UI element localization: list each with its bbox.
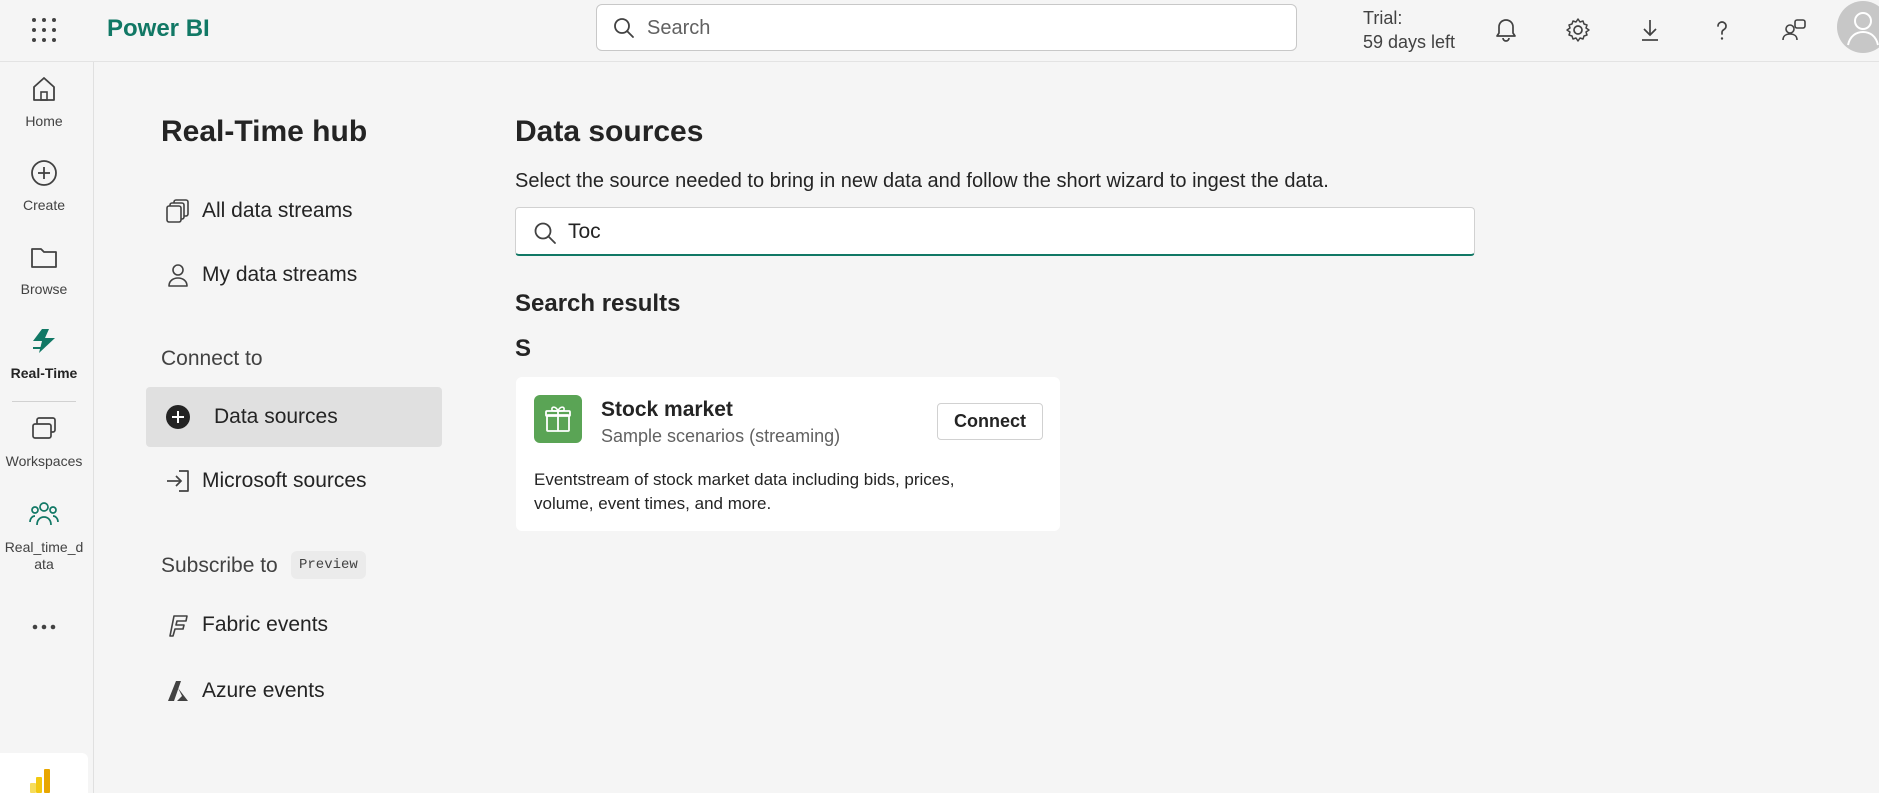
card-subtitle: Sample scenarios (streaming) [601, 426, 841, 446]
rail-label-home: Home [25, 113, 63, 129]
rail-item-real-time[interactable]: Real-Time [0, 326, 88, 382]
nav-label: All data streams [202, 199, 353, 222]
global-search-box[interactable] [596, 4, 1297, 51]
person-silhouette-icon [1847, 12, 1879, 46]
connect-to-heading: Connect to [161, 347, 263, 370]
nav-data-sources[interactable]: Data sources [146, 387, 442, 447]
people-icon [29, 502, 59, 526]
home-icon [33, 77, 55, 101]
search-icon [614, 18, 634, 38]
fabric-icon [158, 612, 198, 638]
nav-label: My data streams [202, 263, 358, 286]
notifications-icon[interactable] [1489, 13, 1523, 47]
nav-my-data-streams[interactable]: My data streams [146, 245, 442, 305]
sign-in-icon [158, 468, 198, 494]
stock-market-card[interactable]: Stock market Sample scenarios (streaming… [516, 377, 1060, 531]
nav-fabric-events[interactable]: Fabric events [146, 595, 442, 655]
nav-azure-events[interactable]: Azure events [146, 661, 442, 721]
plus-circle-icon [31, 160, 57, 186]
rail-label-browse: Browse [20, 281, 68, 297]
more-icon [32, 624, 56, 630]
trial-days-left: 59 days left [1363, 32, 1456, 52]
trial-label: Trial: [1363, 8, 1403, 28]
trial-status[interactable]: Trial: 59 days left [1363, 6, 1455, 54]
card-description: Eventstream of stock market data includi… [534, 470, 955, 513]
feedback-icon[interactable] [1777, 13, 1811, 47]
real-time-icon [33, 329, 55, 353]
person-icon [158, 262, 198, 288]
nav-microsoft-sources[interactable]: Microsoft sources [146, 451, 442, 511]
card-title: Stock market [601, 398, 733, 421]
top-bar: Power BI Trial: 59 days left [0, 0, 1879, 62]
rail-item-create[interactable]: Create [0, 158, 88, 214]
nav-all-data-streams[interactable]: All data streams [146, 181, 442, 241]
preview-badge: Preview [291, 551, 366, 579]
rail-item-more[interactable] [0, 620, 88, 639]
workspaces-icon [32, 417, 56, 439]
gift-icon [534, 395, 582, 443]
data-sources-description: Select the source needed to bring in new… [515, 170, 1329, 192]
nav-label: Microsoft sources [202, 469, 367, 492]
nav-label: Fabric events [202, 613, 329, 636]
folder-icon [31, 248, 57, 268]
search-results-heading: Search results [515, 290, 681, 317]
data-streams-icon [158, 198, 198, 224]
connect-button[interactable]: Connect [937, 403, 1043, 440]
subscribe-to-heading: Subscribe to [161, 554, 278, 577]
nav-label: Data sources [214, 405, 338, 428]
left-nav-rail: Home Create Browse Real-Time Workspaces … [0, 62, 94, 793]
data-sources-search-input[interactable] [568, 219, 1448, 245]
rail-item-workspaces[interactable]: Workspaces [0, 414, 88, 470]
add-circle-icon [158, 404, 198, 430]
data-sources-title: Data sources [515, 115, 704, 148]
rail-label-workspaces: Workspaces [5, 453, 83, 469]
app-launcher-icon[interactable] [30, 16, 58, 44]
nav-label: Azure events [202, 679, 325, 702]
rail-item-browse[interactable]: Browse [0, 242, 88, 298]
data-sources-search-box[interactable] [515, 207, 1475, 256]
help-icon[interactable] [1705, 13, 1739, 47]
download-icon[interactable] [1633, 13, 1667, 47]
rail-item-real-time-data-workspace[interactable]: Real_time_d ata [0, 498, 88, 573]
rail-label-create: Create [22, 197, 66, 213]
power-bi-logo[interactable] [0, 753, 88, 793]
global-search-input[interactable] [647, 15, 1267, 41]
settings-gear-icon[interactable] [1561, 13, 1595, 47]
user-avatar[interactable] [1837, 1, 1879, 53]
search-icon [534, 222, 556, 244]
results-group-letter: S [515, 335, 532, 362]
app-name[interactable]: Power BI [107, 15, 210, 43]
rail-label-workspace: Real_time_d ata [4, 539, 84, 572]
power-bi-logo-icon [30, 769, 50, 793]
rail-item-home[interactable]: Home [0, 74, 88, 130]
azure-icon [158, 678, 198, 704]
rail-divider [12, 401, 76, 402]
rail-label-real-time: Real-Time [10, 365, 78, 381]
hub-title: Real-Time hub [161, 115, 368, 148]
